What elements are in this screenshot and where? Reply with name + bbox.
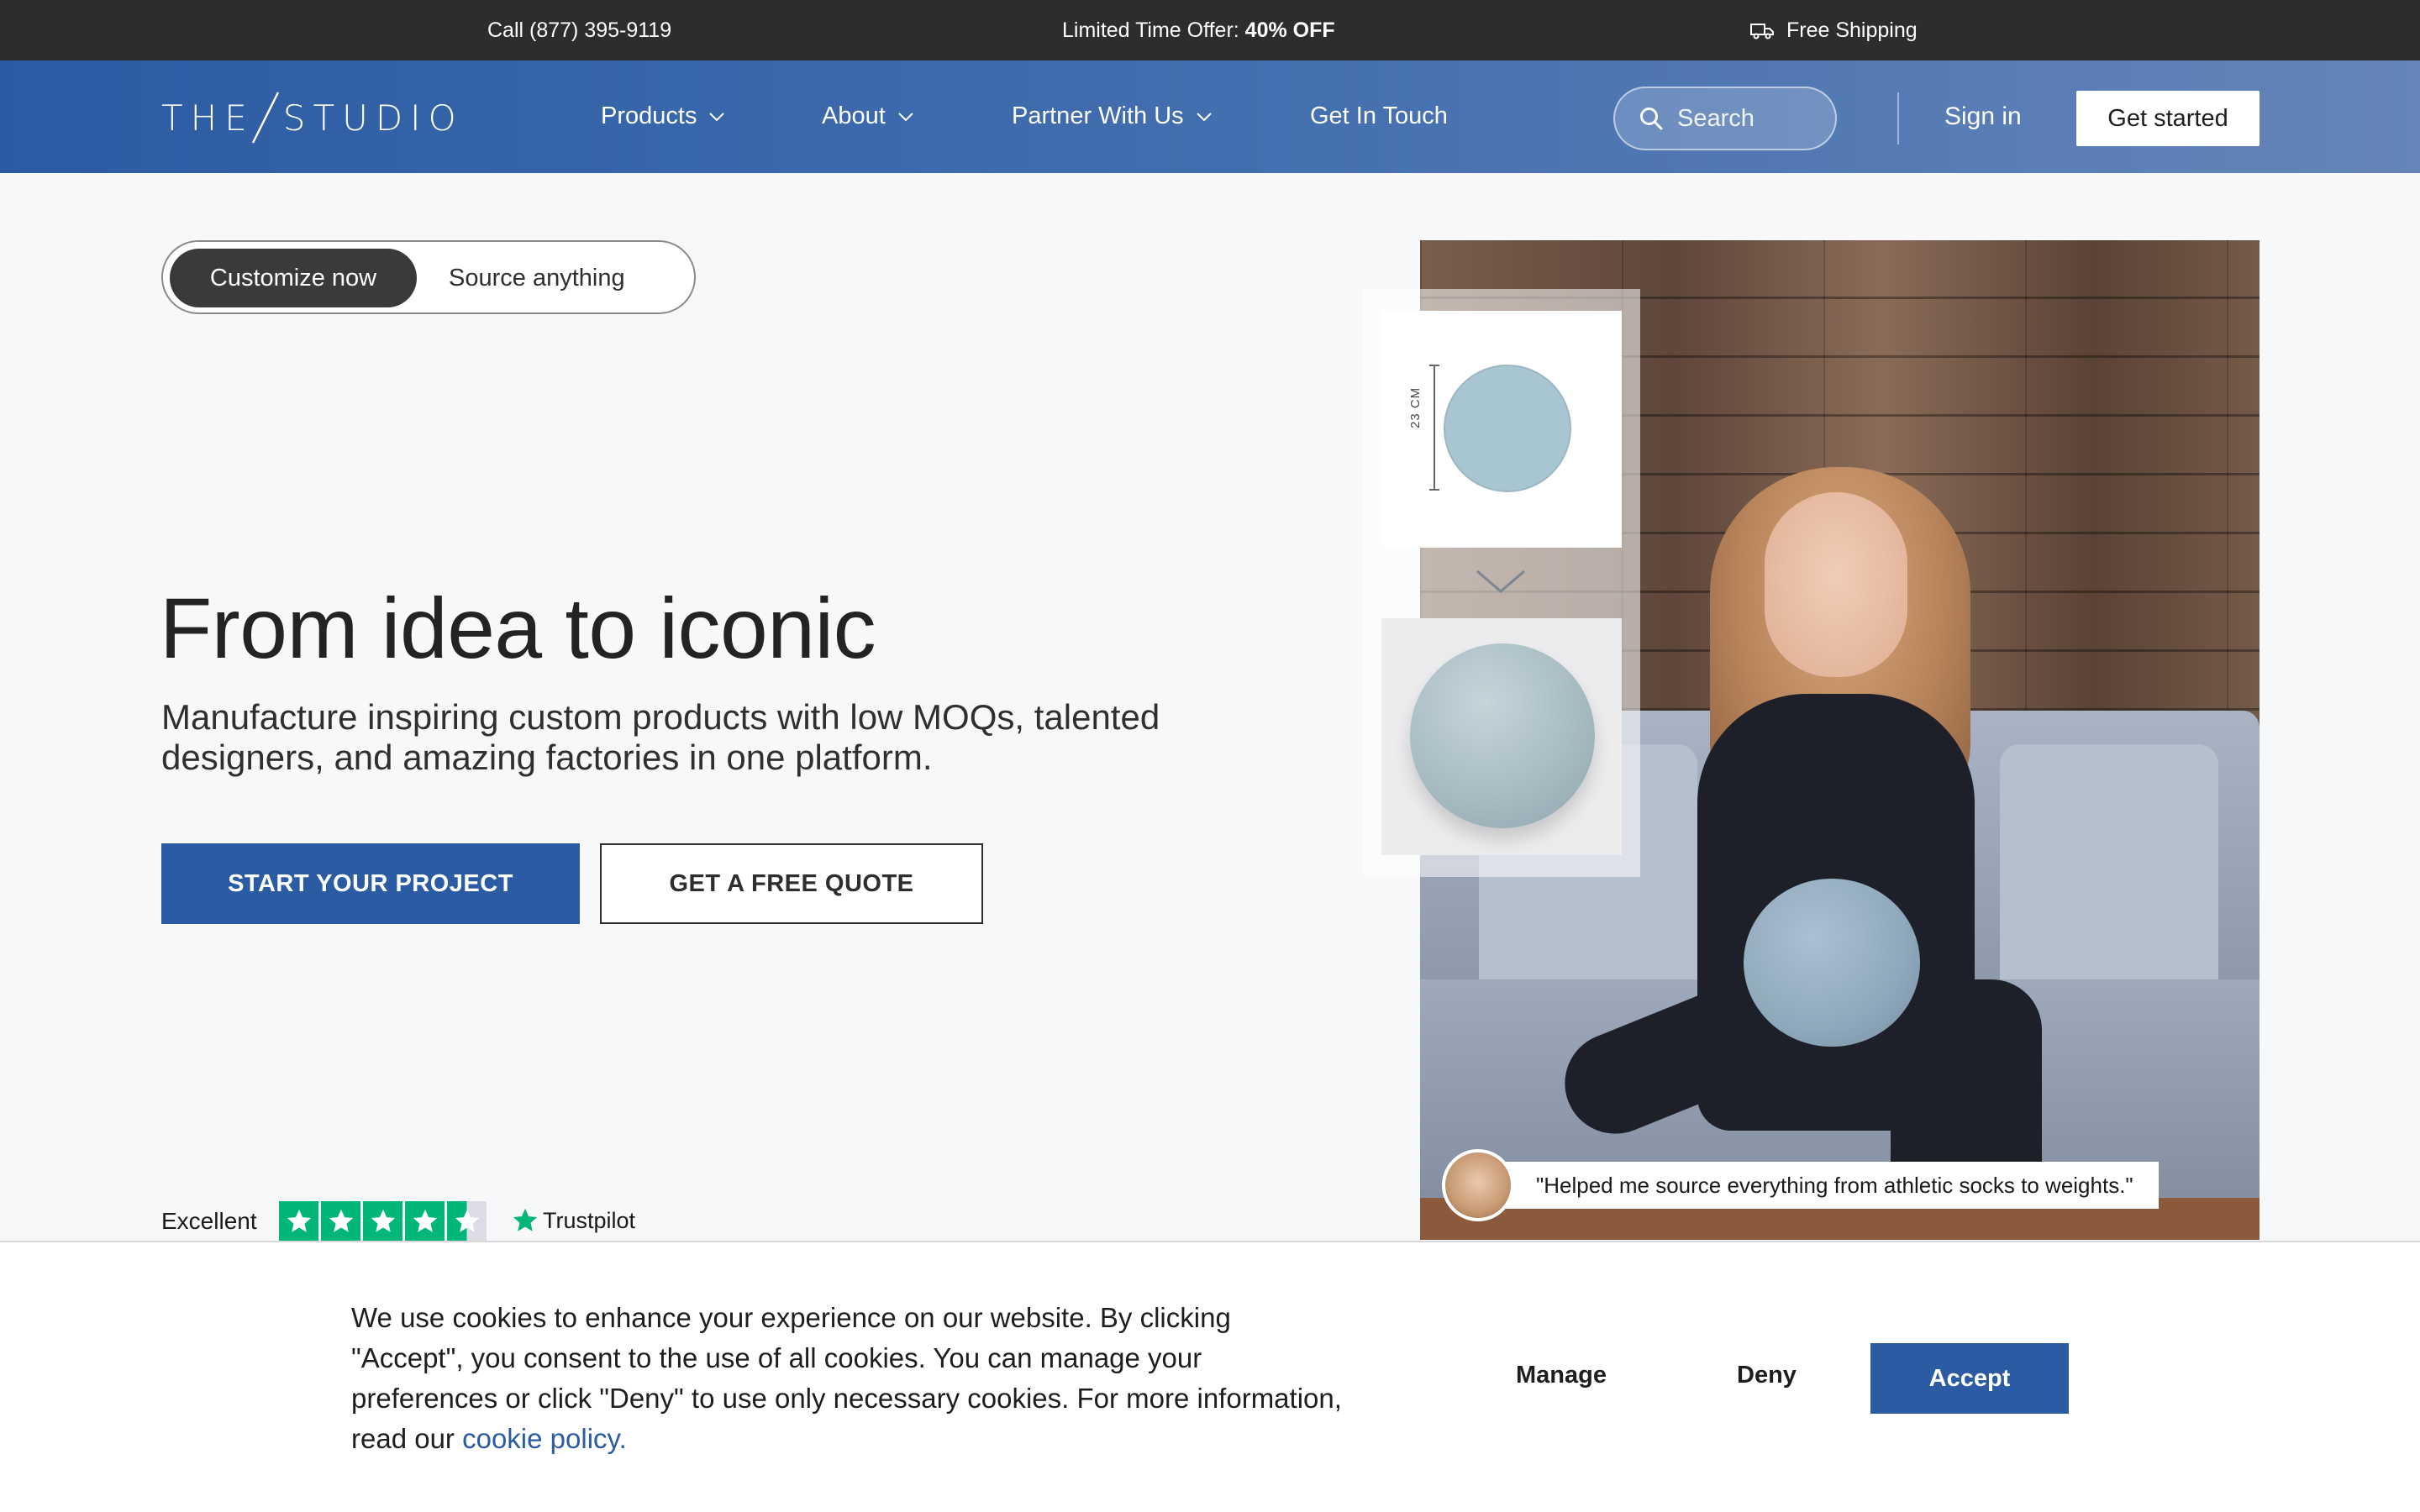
cookie-accept-button[interactable]: Accept bbox=[1870, 1343, 2069, 1414]
start-project-button[interactable]: START YOUR PROJECT bbox=[161, 843, 580, 924]
free-shipping: Free Shipping bbox=[1749, 18, 1918, 43]
trustpilot-rating-word: Excellent bbox=[161, 1208, 257, 1234]
nav-get-in-touch[interactable]: Get In Touch bbox=[1310, 102, 1448, 130]
truck-icon bbox=[1750, 23, 1774, 39]
hero-subtitle: Manufacture inspiring custom products wi… bbox=[161, 697, 1160, 777]
offer-prefix: Limited Time Offer: bbox=[1062, 18, 1245, 42]
search-icon bbox=[1640, 108, 1663, 130]
star-icon bbox=[279, 1201, 318, 1241]
sign-in-link[interactable]: Sign in bbox=[1944, 102, 2022, 131]
hero-title: From idea to iconic bbox=[160, 580, 876, 676]
dimension-label: 23 CM bbox=[1408, 386, 1423, 428]
testimonial-quote: "Helped me source everything from athlet… bbox=[1506, 1162, 2159, 1209]
sofa-cushion bbox=[2000, 744, 2218, 996]
nav-touch-label: Get In Touch bbox=[1310, 102, 1448, 129]
cookie-manage-button[interactable]: Manage bbox=[1516, 1362, 1607, 1389]
half-star-icon bbox=[447, 1201, 487, 1241]
logo-slash-icon bbox=[251, 92, 279, 144]
nav-products[interactable]: Products bbox=[601, 102, 725, 130]
toggle-customize-now[interactable]: Customize now bbox=[170, 249, 417, 307]
chevron-down-icon bbox=[1196, 112, 1212, 121]
nav-partner-label: Partner With Us bbox=[1012, 102, 1184, 129]
mode-toggle: Customize now Source anything bbox=[161, 240, 696, 314]
dimension-line bbox=[1429, 365, 1439, 491]
star-icon bbox=[363, 1201, 402, 1241]
product-render-card bbox=[1381, 618, 1622, 855]
toggle-source-anything[interactable]: Source anything bbox=[449, 249, 625, 307]
trustpilot-brand-label: Trustpilot bbox=[543, 1207, 636, 1233]
nav-products-label: Products bbox=[601, 102, 697, 129]
nav-partner-with-us[interactable]: Partner With Us bbox=[1012, 102, 1213, 130]
logo-text-left: THE bbox=[161, 97, 255, 139]
offer-text: Limited Time Offer: 40% OFF bbox=[1062, 18, 1335, 43]
chevron-down-icon bbox=[1476, 570, 1525, 593]
search-input[interactable]: Search bbox=[1613, 87, 1837, 150]
cookie-text: We use cookies to enhance your experienc… bbox=[351, 1298, 1343, 1459]
product-render-sphere bbox=[1410, 643, 1595, 828]
shipping-label: Free Shipping bbox=[1786, 18, 1918, 42]
offer-highlight: 40% OFF bbox=[1244, 18, 1335, 42]
trustpilot-star-icon bbox=[513, 1208, 538, 1231]
announcement-bar: Call (877) 395-9119 Limited Time Offer: … bbox=[0, 0, 2420, 60]
nav-about-label: About bbox=[822, 102, 886, 129]
model-face bbox=[1765, 492, 1907, 677]
cookie-policy-link[interactable]: cookie policy. bbox=[462, 1423, 627, 1454]
search-placeholder: Search bbox=[1677, 104, 1754, 132]
nav-about[interactable]: About bbox=[822, 102, 914, 130]
logo-text-right: STUDIO bbox=[282, 97, 464, 139]
avatar bbox=[1442, 1149, 1514, 1221]
main-header: THE STUDIO Products About Partner With U… bbox=[0, 60, 2420, 173]
cookie-deny-button[interactable]: Deny bbox=[1737, 1362, 1797, 1389]
cookie-banner: We use cookies to enhance your experienc… bbox=[0, 1241, 2420, 1512]
trustpilot-stars[interactable] bbox=[279, 1201, 487, 1241]
header-divider bbox=[1897, 92, 1899, 144]
get-started-button[interactable]: Get started bbox=[2076, 91, 2260, 146]
testimonial: "Helped me source everything from athlet… bbox=[1442, 1149, 2159, 1221]
free-quote-button[interactable]: GET A FREE QUOTE bbox=[600, 843, 983, 924]
star-icon bbox=[321, 1201, 360, 1241]
chevron-down-icon bbox=[709, 112, 725, 121]
chevron-down-icon bbox=[898, 112, 913, 121]
product-sketch-circle bbox=[1444, 365, 1571, 492]
product-sketch-card: 23 CM bbox=[1381, 311, 1622, 548]
logo[interactable]: THE STUDIO bbox=[161, 91, 464, 144]
phone-number[interactable]: Call (877) 395-9119 bbox=[487, 18, 671, 43]
weight-ball bbox=[1744, 879, 1920, 1047]
star-icon bbox=[405, 1201, 445, 1241]
trustpilot-logo[interactable]: Trustpilot bbox=[511, 1206, 635, 1235]
